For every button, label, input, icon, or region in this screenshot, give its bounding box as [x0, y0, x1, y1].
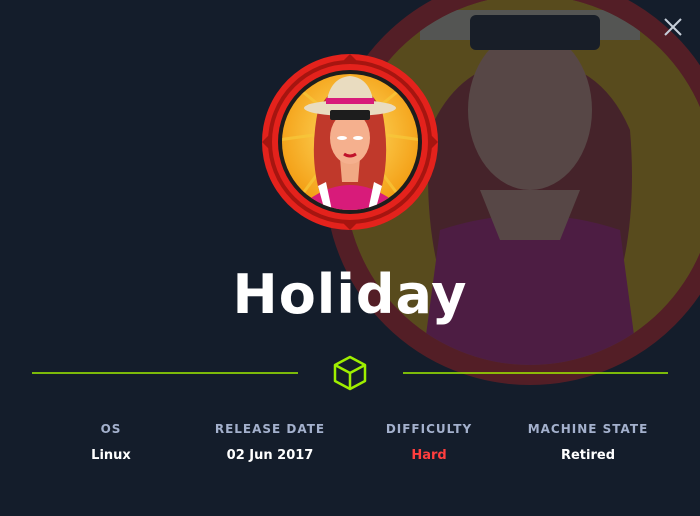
- stat-release-date-value: 02 Jun 2017: [226, 448, 314, 463]
- stat-difficulty: DIFFICULTY Hard: [359, 420, 499, 465]
- stat-machine-state-label: MACHINE STATE: [527, 422, 649, 436]
- stat-machine-state-value: Retired: [560, 448, 616, 463]
- stat-release-date: RELEASE DATE 02 Jun 2017: [200, 420, 340, 465]
- stat-difficulty-label: DIFFICULTY: [385, 422, 473, 436]
- stat-os-label: OS: [100, 422, 122, 436]
- stat-difficulty-value: Hard: [411, 448, 447, 463]
- cube-icon: [333, 355, 367, 391]
- machine-name: Holiday: [232, 263, 468, 326]
- divider-left: [32, 372, 298, 374]
- stat-os: OS Linux: [41, 420, 181, 465]
- close-icon[interactable]: [660, 14, 686, 40]
- stat-release-date-label: RELEASE DATE: [214, 422, 326, 436]
- machine-avatar: [262, 54, 438, 230]
- stat-machine-state: MACHINE STATE Retired: [518, 420, 658, 465]
- stat-os-value: Linux: [91, 448, 131, 463]
- divider-right: [403, 372, 668, 374]
- machine-info-modal: Holiday OS Linux RELEASE DATE 02 Jun 201…: [0, 0, 700, 516]
